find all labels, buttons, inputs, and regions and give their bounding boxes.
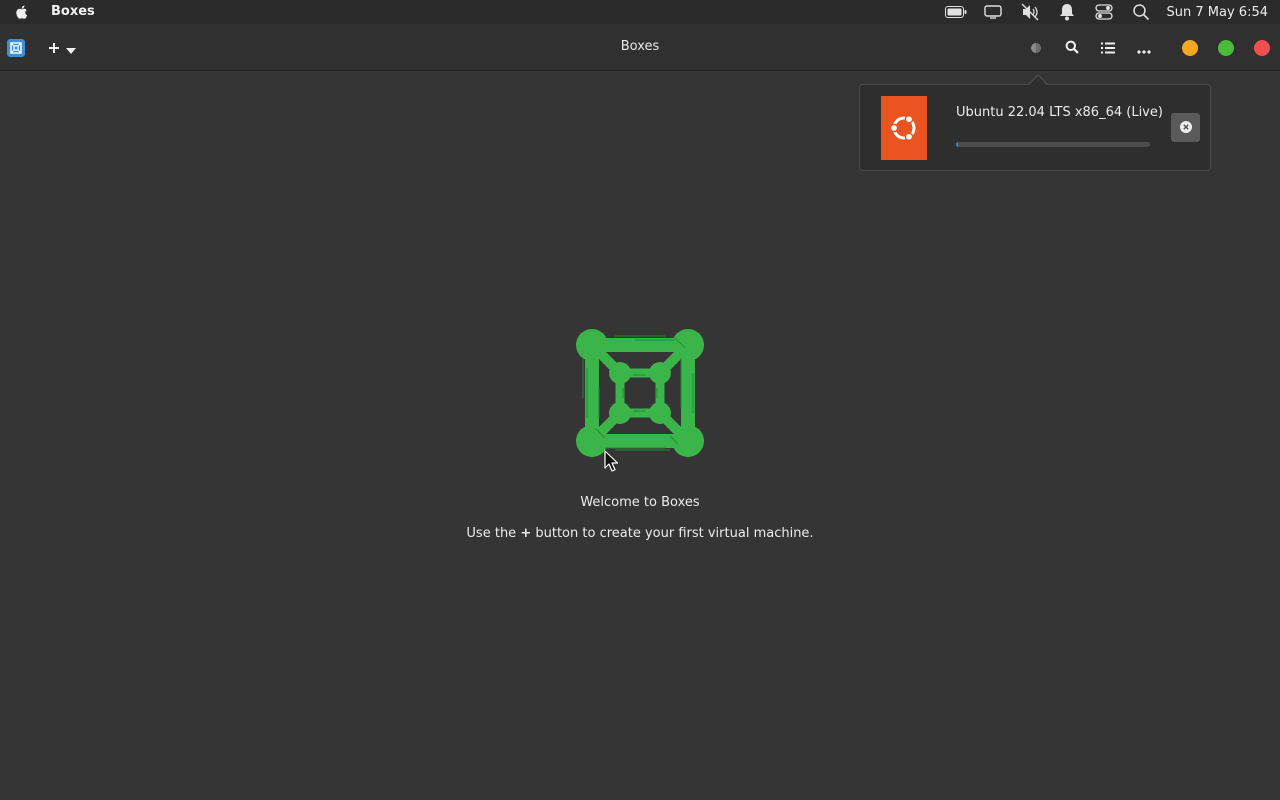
- chevron-down-icon: [66, 39, 76, 58]
- search-icon: [1065, 39, 1079, 58]
- hint-plus-symbol: +: [520, 526, 532, 541]
- notification-bell-icon[interactable]: [1056, 3, 1078, 21]
- active-app-name[interactable]: Boxes: [51, 4, 95, 19]
- boxes-app-icon: [7, 39, 25, 57]
- header-bar: Boxes: [0, 24, 1280, 71]
- minimize-button[interactable]: [1182, 40, 1198, 56]
- popover-arrow-fill: [1029, 76, 1047, 85]
- downloads-popover: Ubuntu 22.04 LTS x86_64 (Live): [859, 84, 1211, 171]
- search-button[interactable]: [1060, 36, 1084, 60]
- hint-suffix: button to create your first virtual mach…: [535, 526, 814, 541]
- welcome-hint: Use the + button to create your first vi…: [390, 526, 890, 541]
- status-area: Sun 7 May 6:54: [930, 0, 1280, 24]
- download-progress-bar: [956, 142, 1150, 147]
- main-menu-button[interactable]: [1132, 36, 1156, 60]
- close-button[interactable]: [1254, 40, 1270, 56]
- ubuntu-logo-icon: [881, 96, 927, 160]
- apple-icon[interactable]: [13, 3, 31, 21]
- plus-icon: [48, 39, 60, 58]
- system-menu-bar: Boxes Sun 7 May 6:54: [0, 0, 1280, 24]
- list-view-button[interactable]: [1096, 36, 1120, 60]
- spotlight-search-icon[interactable]: [1130, 3, 1152, 21]
- list-view-icon: [1101, 39, 1115, 58]
- hint-prefix: Use the: [466, 526, 517, 541]
- control-center-icon[interactable]: [1093, 3, 1115, 21]
- downloads-button[interactable]: [1024, 36, 1048, 60]
- download-title: Ubuntu 22.04 LTS x86_64 (Live): [956, 105, 1163, 120]
- mouse-pointer-icon: [604, 450, 619, 472]
- close-circle-icon: [1179, 118, 1192, 137]
- window-title: Boxes: [620, 39, 660, 54]
- volume-muted-icon[interactable]: [1019, 3, 1041, 21]
- new-box-button[interactable]: [40, 35, 84, 61]
- cancel-download-button[interactable]: [1171, 113, 1200, 142]
- clock[interactable]: Sun 7 May 6:54: [1167, 5, 1268, 20]
- boxes-logo-icon: [575, 328, 705, 458]
- welcome-title: Welcome to Boxes: [580, 495, 700, 510]
- downloads-indicator-icon: [1030, 39, 1042, 58]
- maximize-button[interactable]: [1218, 40, 1234, 56]
- more-options-icon: [1137, 39, 1151, 58]
- display-icon[interactable]: [982, 3, 1004, 21]
- battery-icon[interactable]: [944, 3, 967, 21]
- download-progress-fill: [956, 142, 958, 147]
